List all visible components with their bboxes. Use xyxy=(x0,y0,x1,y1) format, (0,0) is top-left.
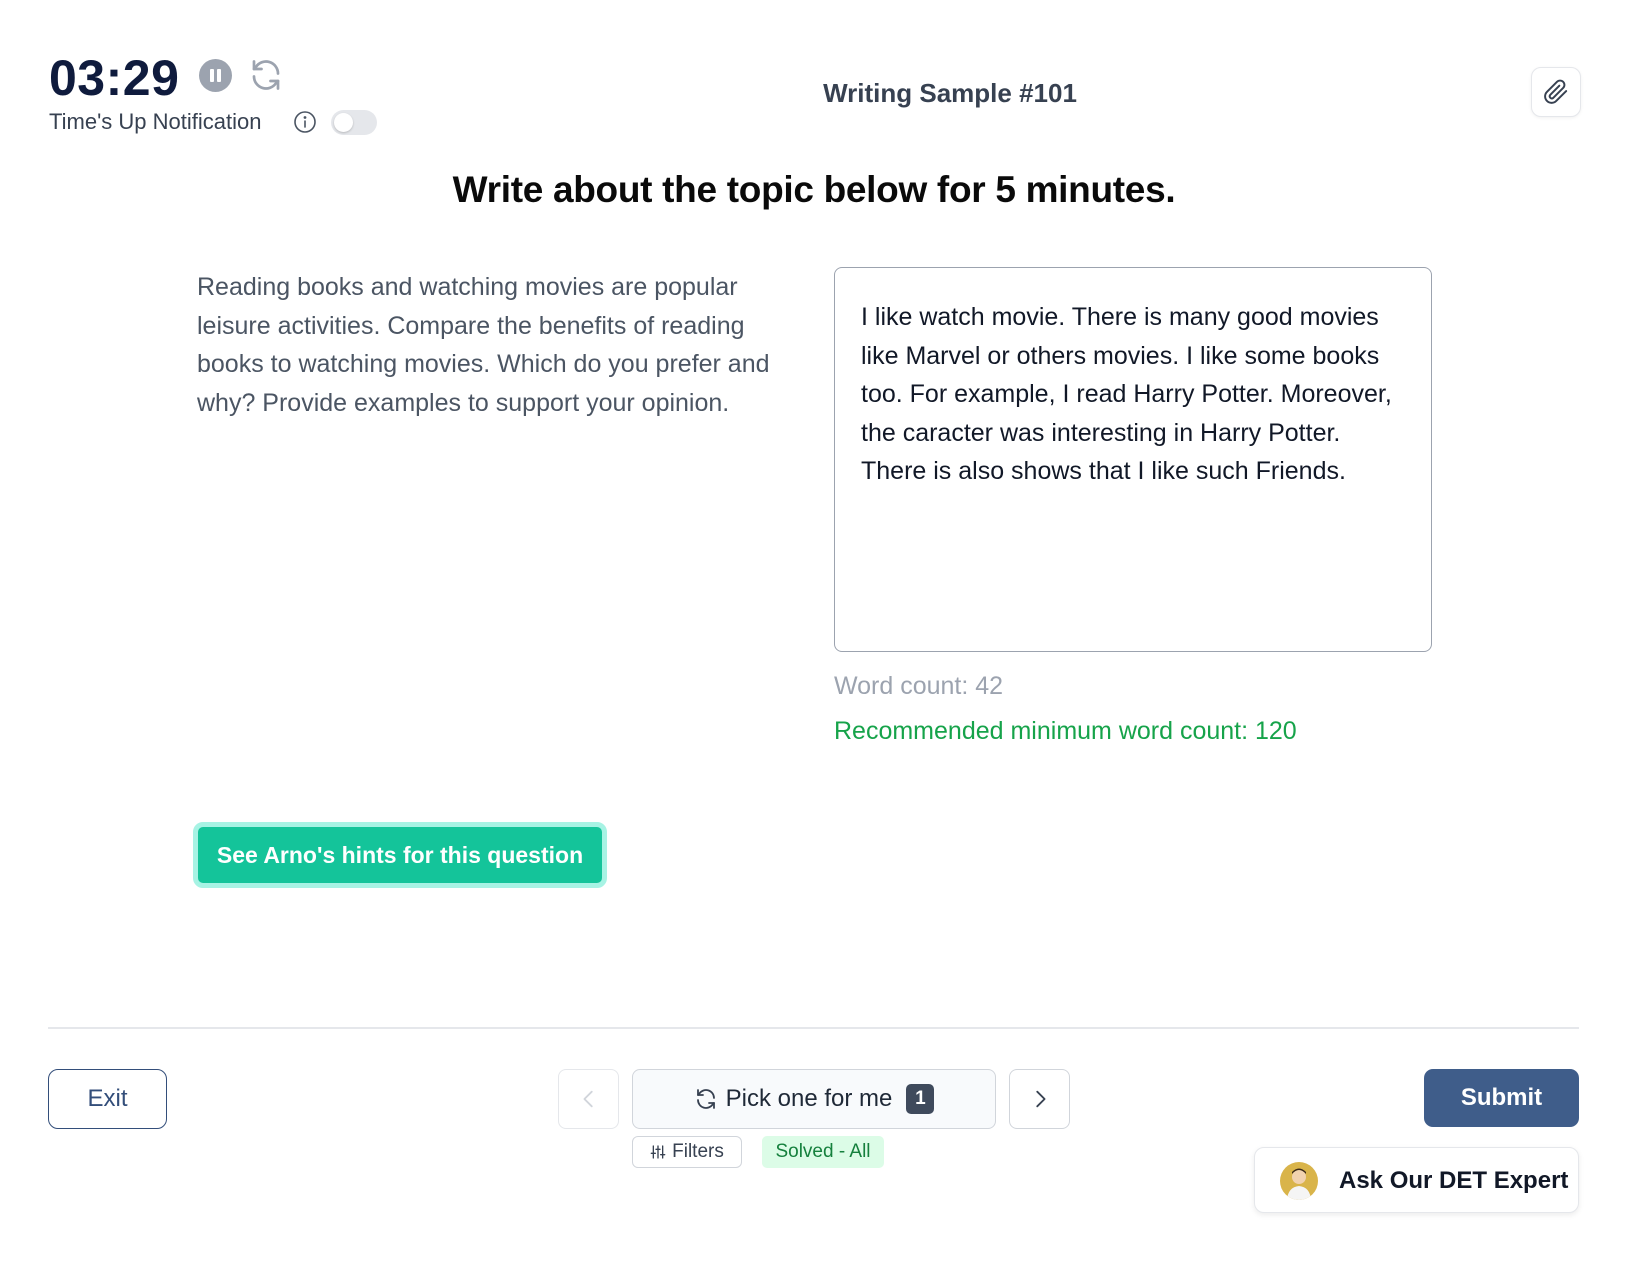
pause-icon[interactable] xyxy=(199,59,232,92)
notification-toggle[interactable] xyxy=(331,110,377,135)
pick-one-button[interactable]: Pick one for me 1 xyxy=(632,1069,996,1129)
essay-textarea[interactable]: I like watch movie. There is many good m… xyxy=(834,267,1432,652)
divider xyxy=(48,1027,1579,1029)
paperclip-icon xyxy=(1544,79,1568,104)
task-instruction: Write about the topic below for 5 minute… xyxy=(452,169,1176,210)
recommended-word-count: Recommended minimum word count: 120 xyxy=(834,717,1297,745)
refresh-icon[interactable] xyxy=(248,57,284,93)
word-count: Word count: 42 xyxy=(834,672,1004,700)
exit-button[interactable]: Exit xyxy=(48,1069,167,1129)
timer-display: 03:29 xyxy=(49,50,180,106)
submit-button[interactable]: Submit xyxy=(1424,1069,1579,1127)
avatar xyxy=(1280,1162,1318,1200)
solved-filter-badge[interactable]: Solved - All xyxy=(762,1136,884,1168)
info-icon[interactable] xyxy=(293,110,317,134)
sliders-icon xyxy=(650,1145,666,1159)
sample-title: Writing Sample #101 xyxy=(823,78,1077,108)
chevron-left-icon xyxy=(583,1090,593,1108)
writing-prompt: Reading books and watching movies are po… xyxy=(197,273,770,417)
notification-label: Time's Up Notification xyxy=(49,109,262,134)
filters-label: Filters xyxy=(672,1141,724,1162)
pick-one-label: Pick one for me xyxy=(725,1085,893,1112)
hints-button[interactable]: See Arno's hints for this question xyxy=(193,822,607,888)
ask-expert-label: Ask Our DET Expert xyxy=(1339,1167,1569,1194)
chevron-right-icon xyxy=(1036,1090,1046,1108)
previous-button[interactable] xyxy=(558,1069,619,1129)
ask-expert-button[interactable]: Ask Our DET Expert xyxy=(1254,1147,1579,1213)
pick-count-badge: 1 xyxy=(906,1084,935,1114)
attach-button[interactable] xyxy=(1531,67,1581,117)
refresh-icon xyxy=(696,1089,715,1109)
next-button[interactable] xyxy=(1009,1069,1070,1129)
filters-button[interactable]: Filters xyxy=(632,1136,742,1168)
